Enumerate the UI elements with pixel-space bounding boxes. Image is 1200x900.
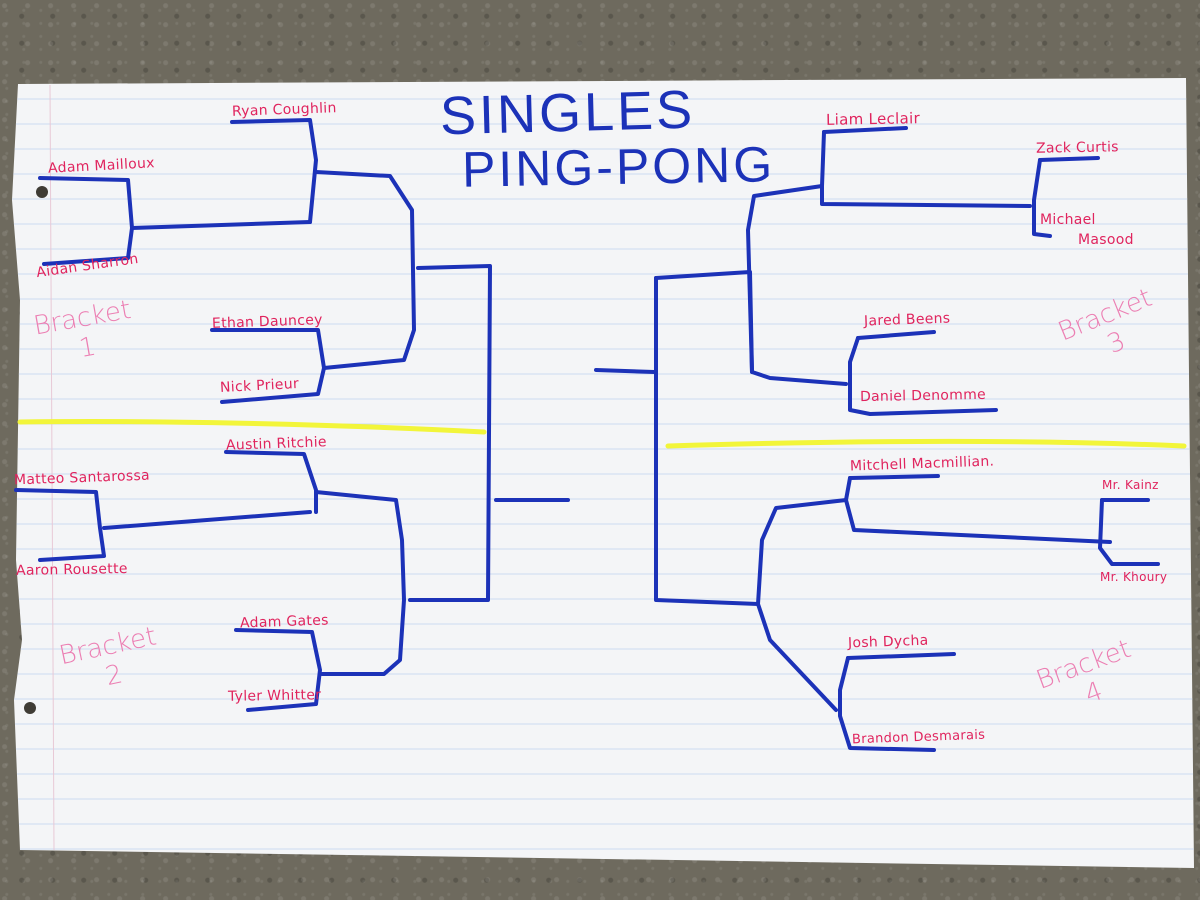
player-name: Adam Gates bbox=[239, 612, 329, 632]
player-name: Zack Curtis bbox=[1035, 139, 1119, 157]
binder-hole bbox=[36, 186, 48, 198]
binder-hole bbox=[24, 702, 36, 714]
player-name: Aaron Rousette bbox=[15, 561, 128, 579]
player-name: Michael bbox=[1040, 212, 1096, 228]
player-name: Jared Beens bbox=[863, 310, 951, 330]
player-name: Liam Leclair bbox=[825, 109, 921, 129]
player-name: Josh Dycha bbox=[847, 632, 929, 652]
player-name: Mr. Kainz bbox=[1102, 478, 1159, 492]
bracket-poster: SINGLES PING-PONG Adam Mailloux Aidan Sh… bbox=[0, 0, 1200, 900]
poster-title-line-2: PING-PONG bbox=[461, 136, 776, 198]
player-name: Mr. Khoury bbox=[1100, 570, 1168, 584]
player-name: Masood bbox=[1078, 232, 1134, 248]
player-name: Tyler Whitter bbox=[227, 687, 322, 705]
player-name: Daniel Denomme bbox=[859, 386, 987, 406]
